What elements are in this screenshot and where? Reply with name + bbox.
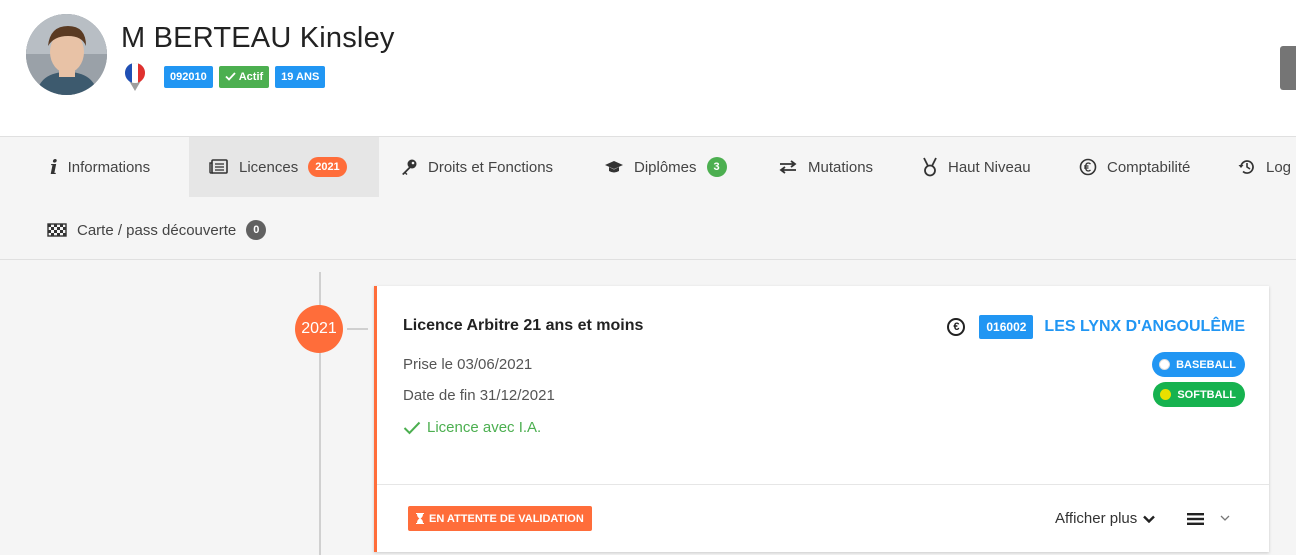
tab-label: Droits et Fonctions — [428, 158, 554, 176]
dropdown-caret-icon[interactable] — [1220, 514, 1230, 522]
euro-icon: € — [947, 318, 966, 336]
france-flag-pin-icon — [125, 63, 145, 91]
tab-haut-niveau[interactable]: Haut Niveau — [902, 137, 1051, 197]
person-code-badge: 092010 — [164, 66, 213, 88]
tab-droits-fonctions[interactable]: Droits et Fonctions — [380, 137, 573, 197]
tab-carte-pass[interactable]: Carte / pass découverte 0 — [27, 200, 286, 260]
tab-comptabilite[interactable]: Comptabilité — [1059, 137, 1210, 197]
club-info: € 016002 LES LYNX D'ANGOULÊME — [947, 315, 1245, 339]
sport-label: BASEBALL — [1176, 358, 1236, 371]
profile-header: M BERTEAU Kinsley 092010 Actif 19 ANS — [0, 0, 1296, 137]
licence-card-footer: EN ATTENTE DE VALIDATION Afficher plus — [377, 484, 1269, 552]
tab-label: Informations — [67, 158, 151, 176]
graduation-cap-icon — [604, 160, 624, 174]
menu-icon[interactable] — [1187, 512, 1204, 526]
chevron-down-icon — [1143, 515, 1156, 523]
sport-badge-baseball: BASEBALL — [1152, 352, 1245, 377]
tab-label: Diplômes — [634, 158, 697, 176]
show-more-button[interactable]: Afficher plus — [1055, 510, 1156, 527]
licences-count-badge: 2021 — [308, 157, 347, 177]
licence-start-date: Prise le 03/06/2021 — [403, 356, 533, 373]
licence-title: Licence Arbitre 21 ans et moins — [403, 317, 644, 334]
licence-end-date: Date de fin 31/12/2021 — [403, 387, 555, 404]
tab-informations[interactable]: i Informations — [30, 137, 170, 197]
tab-label: Comptabilité — [1107, 158, 1191, 176]
sport-label: SOFTBALL — [1177, 388, 1236, 401]
softball-icon — [1160, 389, 1172, 400]
person-badges: 092010 Actif 19 ANS — [164, 66, 326, 88]
validation-status-label: EN ATTENTE DE VALIDATION — [429, 512, 584, 525]
status-badge: Actif — [218, 66, 270, 88]
tab-label: Mutations — [808, 158, 874, 176]
sport-badge-softball: SOFTBALL — [1153, 382, 1245, 407]
tab-diplomes[interactable]: Diplômes 3 — [584, 137, 747, 197]
flag-checkered-icon — [47, 223, 67, 237]
tab-label: Log — [1266, 158, 1292, 176]
show-more-label: Afficher plus — [1055, 510, 1138, 527]
person-name: M BERTEAU Kinsley — [121, 22, 395, 54]
avatar — [26, 14, 107, 95]
tab-label: Haut Niveau — [948, 158, 1031, 176]
status-badge-label: Actif — [238, 71, 264, 83]
euro-icon — [1079, 158, 1097, 176]
validation-status-badge: EN ATTENTE DE VALIDATION — [408, 506, 592, 531]
check-icon — [225, 72, 236, 81]
baseball-icon — [1159, 359, 1171, 370]
tab-log[interactable]: Log — [1218, 137, 1296, 197]
exchange-icon — [778, 160, 798, 174]
tab-label: Licences — [239, 158, 299, 176]
tab-label: Carte / pass découverte — [77, 221, 237, 239]
newspaper-icon — [209, 159, 229, 175]
licence-card: Licence Arbitre 21 ans et moins Prise le… — [374, 286, 1269, 552]
club-code-badge: 016002 — [979, 315, 1034, 339]
licence-insurance: Licence avec I.A. — [403, 419, 541, 436]
check-icon — [403, 421, 421, 434]
info-icon: i — [50, 155, 58, 179]
profile-tabs: i Informations Licences 2021 Droits et F… — [0, 136, 1296, 260]
key-icon — [400, 158, 418, 176]
medal-icon — [922, 157, 938, 177]
licence-insurance-label: Licence avec I.A. — [427, 419, 542, 436]
hourglass-icon — [416, 513, 424, 524]
tab-mutations[interactable]: Mutations — [758, 137, 893, 197]
age-badge: 19 ANS — [275, 66, 326, 88]
carte-count-badge: 0 — [246, 220, 267, 240]
timeline-connector — [347, 328, 368, 330]
licences-panel: 2021 Licence Arbitre 21 ans et moins Pri… — [0, 260, 1296, 555]
header-action-button[interactable] — [1280, 46, 1296, 90]
timeline-year: 2021 — [295, 305, 343, 353]
history-icon — [1238, 158, 1256, 176]
club-name-link[interactable]: LES LYNX D'ANGOULÊME — [1044, 318, 1245, 336]
tab-licences[interactable]: Licences 2021 — [189, 137, 379, 197]
diplomes-count-badge: 3 — [706, 157, 727, 177]
